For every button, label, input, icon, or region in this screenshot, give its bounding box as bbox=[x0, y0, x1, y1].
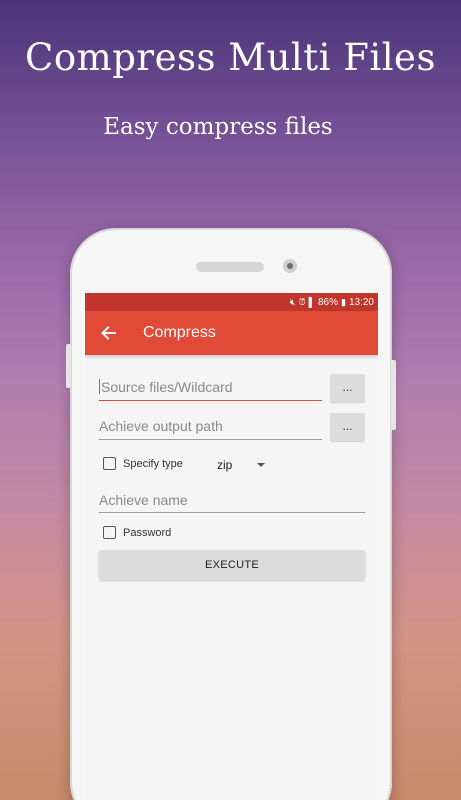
battery-percent: 86% bbox=[318, 296, 339, 308]
back-arrow-icon[interactable] bbox=[95, 320, 121, 346]
password-label: Password bbox=[123, 527, 172, 539]
app-toolbar: Compress bbox=[85, 311, 378, 355]
output-path-placeholder: Achieve output path bbox=[99, 418, 223, 434]
phone-camera bbox=[283, 259, 297, 273]
source-files-input[interactable]: Source files/Wildcard bbox=[99, 375, 322, 401]
chevron-down-icon[interactable] bbox=[257, 463, 265, 467]
toolbar-title: Compress bbox=[143, 324, 216, 341]
achieve-name-placeholder: Achieve name bbox=[99, 492, 188, 508]
output-browse-button[interactable]: ... bbox=[330, 413, 365, 441]
phone-side-button-left bbox=[66, 344, 71, 388]
status-time: 13:20 bbox=[348, 296, 374, 308]
output-path-input[interactable]: Achieve output path bbox=[99, 414, 322, 440]
specify-type-label: Specify type bbox=[123, 458, 183, 470]
phone-speaker bbox=[196, 262, 264, 272]
source-files-placeholder: Source files/Wildcard bbox=[101, 379, 233, 395]
execute-button[interactable]: EXECUTE bbox=[99, 550, 365, 580]
alarm-icon: ⏰︎ bbox=[298, 296, 306, 307]
app-screen: 🔇︎ ⏰︎ ▌ 86% ▮ 13:20 Compress Source file… bbox=[85, 293, 378, 800]
phone-side-button-right bbox=[391, 360, 396, 430]
specify-type-checkbox[interactable] bbox=[103, 457, 116, 470]
password-checkbox[interactable] bbox=[103, 526, 116, 539]
promo-subline: Easy compress files bbox=[103, 114, 333, 140]
wifi-signal-icon: ▌ bbox=[308, 297, 315, 307]
status-bar: 🔇︎ ⏰︎ ▌ 86% ▮ 13:20 bbox=[85, 293, 378, 311]
achieve-name-input[interactable]: Achieve name bbox=[99, 489, 365, 513]
promo-headline: Compress Multi Files bbox=[25, 36, 436, 79]
source-browse-button[interactable]: ... bbox=[330, 374, 365, 402]
battery-icon: ▮ bbox=[341, 296, 346, 307]
mute-icon: 🔇︎ bbox=[289, 296, 296, 307]
type-spinner[interactable]: zip bbox=[217, 458, 232, 472]
